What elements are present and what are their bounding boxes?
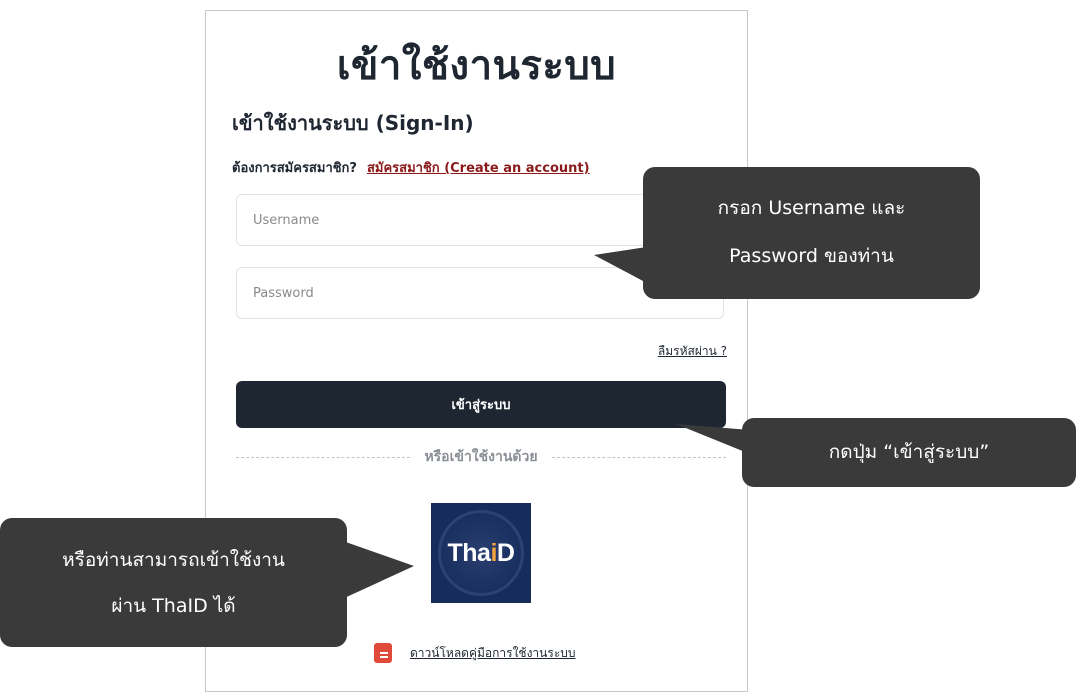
callout-thaid: หรือท่านสามารถเข้าใช้งาน ผ่าน ThaID ได้ — [0, 518, 347, 647]
callout-thaid-line-2: ผ่าน ThaID ได้ — [111, 595, 236, 617]
callout-pointer-thaid — [340, 540, 414, 600]
callout-credentials-line-2: Password ของท่าน — [729, 245, 894, 267]
callout-thaid-line-1: หรือท่านสามารถเข้าใช้งาน — [62, 549, 285, 571]
callout-pointer-login — [676, 424, 750, 454]
callout-credentials: กรอก Username และ Password ของท่าน — [643, 167, 980, 299]
callout-login-button: กดปุ่ม “เข้าสู่ระบบ” — [742, 418, 1076, 487]
callout-credentials-line-1: กรอก Username และ — [717, 197, 906, 219]
